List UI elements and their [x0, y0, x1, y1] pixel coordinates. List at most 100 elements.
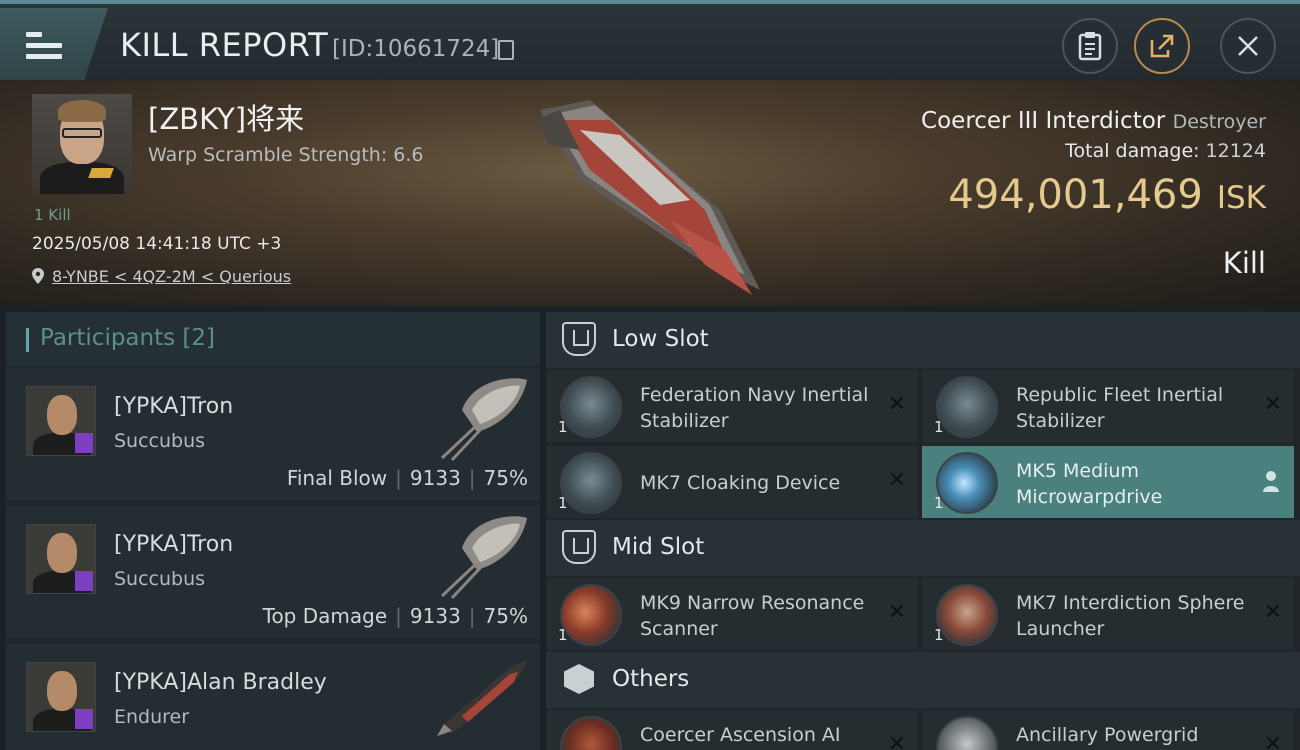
resonance-scanner-icon — [560, 584, 622, 646]
isk-value: 494,001,469 ISK — [948, 172, 1266, 218]
menu-button[interactable] — [0, 8, 108, 80]
location-pin-icon — [32, 268, 44, 284]
participant-stats: Final Blow | 9133 | 75% — [286, 466, 528, 490]
others-header: Others — [546, 652, 1300, 708]
participant-name: [YPKA]Tron — [114, 394, 234, 419]
total-damage: Total damage: 12124 — [1065, 140, 1266, 162]
low-slot-header: Low Slot — [546, 312, 1300, 368]
low-slot-label: Low Slot — [612, 326, 709, 352]
fitting-panel: Low Slot 1 Federation Navy Inertial Stab… — [546, 312, 1300, 750]
close-button[interactable] — [1220, 18, 1276, 74]
destroyed-x-icon: ✕ — [887, 392, 906, 417]
module-qty: 1 — [934, 418, 944, 436]
hamburger-icon — [26, 32, 62, 60]
participant-stats: Top Damage | 9133 | 75% — [262, 604, 528, 628]
victim-name[interactable]: [ZBKY]将来 — [148, 96, 304, 138]
module-item[interactable]: Ancillary Powergrid ✕ — [922, 710, 1294, 750]
mid-slot-icon — [562, 530, 596, 564]
module-item[interactable]: 1 MK7 Cloaking Device ✕ — [546, 446, 918, 518]
ship-class: Destroyer — [1172, 111, 1266, 133]
cloaking-device-icon — [560, 452, 622, 514]
page-title: KILL REPORT — [120, 26, 329, 64]
succubus-ship-icon — [440, 516, 527, 600]
participant-card[interactable]: [YPKA]Alan Bradley Endurer — [6, 644, 540, 750]
endurer-ship-icon — [437, 660, 527, 736]
share-icon — [1150, 34, 1174, 58]
inertial-stabilizer-icon — [936, 376, 998, 438]
module-item[interactable]: 1 MK5 Medium Microwarpdrive — [922, 446, 1294, 518]
kill-timestamp: 2025/05/08 14:41:18 UTC +3 — [32, 234, 282, 254]
others-label: Others — [612, 666, 690, 692]
warp-scramble-strength: Warp Scramble Strength: 6.6 — [148, 144, 424, 166]
destroyed-x-icon: ✕ — [887, 732, 906, 750]
destroyed-x-icon: ✕ — [1263, 732, 1282, 750]
inertial-stabilizer-icon — [560, 376, 622, 438]
top-bar: KILL REPORT [ID:10661724] — [0, 0, 1300, 80]
destroyed-x-icon: ✕ — [1263, 600, 1282, 625]
avatar — [26, 386, 96, 456]
kill-banner: [ZBKY]将来 Warp Scramble Strength: 6.6 1 K… — [0, 80, 1300, 306]
location-link[interactable]: 8-YNBE < 4QZ-2M < Querious — [52, 267, 291, 286]
module-item[interactable]: 1 MK7 Interdiction Sphere Launcher ✕ — [922, 578, 1294, 650]
module-name: Federation Navy Inertial Stabilizer — [640, 384, 869, 432]
destroyed-x-icon: ✕ — [887, 600, 906, 625]
module-qty: 1 — [558, 494, 568, 512]
corp-badge-icon — [75, 433, 93, 453]
participant-ship: Succubus — [114, 568, 206, 590]
module-item[interactable]: Coercer Ascension AI ✕ — [546, 710, 918, 750]
module-name: Ancillary Powergrid — [1016, 724, 1199, 746]
module-qty: 1 — [558, 418, 568, 436]
victim-portrait[interactable] — [32, 94, 132, 194]
avatar — [26, 662, 96, 732]
copy-icon[interactable] — [498, 40, 514, 60]
share-button[interactable] — [1134, 18, 1190, 74]
cube-icon — [564, 664, 594, 694]
clipboard-button[interactable] — [1062, 18, 1118, 74]
module-name: MK7 Interdiction Sphere Launcher — [1016, 592, 1245, 640]
module-qty: 1 — [558, 626, 568, 644]
participants-panel: Participants [2] [YPKA]Tron Succubus Fin… — [6, 312, 540, 750]
destroyed-x-icon: ✕ — [887, 468, 906, 493]
kill-count: 1 Kill — [34, 206, 71, 224]
corp-badge-icon — [75, 571, 93, 591]
module-name: MK9 Narrow Resonance Scanner — [640, 592, 865, 640]
module-name: Coercer Ascension AI — [640, 724, 841, 746]
succubus-ship-icon — [440, 378, 527, 462]
mid-slot-header: Mid Slot — [546, 520, 1300, 576]
microwarpdrive-icon — [936, 452, 998, 514]
interdiction-launcher-icon — [936, 584, 998, 646]
participant-name: [YPKA]Alan Bradley — [114, 670, 327, 695]
participants-header: Participants [2] — [6, 312, 540, 366]
module-name: MK7 Cloaking Device — [640, 472, 841, 494]
participant-name: [YPKA]Tron — [114, 532, 234, 557]
total-damage-value: 12124 — [1205, 140, 1266, 162]
participant-ship: Succubus — [114, 430, 206, 452]
kill-location[interactable]: 8-YNBE < 4QZ-2M < Querious — [32, 266, 291, 286]
isk-unit: ISK — [1216, 180, 1266, 216]
corp-badge-icon — [75, 709, 93, 729]
powergrid-icon — [936, 716, 998, 750]
module-item[interactable]: 1 Federation Navy Inertial Stabilizer ✕ — [546, 370, 918, 442]
module-item[interactable]: 1 MK9 Narrow Resonance Scanner ✕ — [546, 578, 918, 650]
module-qty: 1 — [934, 626, 944, 644]
clipboard-icon — [1078, 32, 1102, 61]
module-qty: 1 — [934, 494, 944, 512]
ascension-ai-icon — [560, 716, 622, 750]
close-icon — [1238, 36, 1258, 56]
ship-image — [535, 100, 760, 295]
result-label: Kill — [1222, 246, 1266, 280]
low-slot-icon — [562, 322, 596, 356]
avatar — [26, 524, 96, 594]
person-icon — [1263, 471, 1279, 492]
participants-title: Participants [2] — [40, 325, 215, 351]
participant-card[interactable]: [YPKA]Tron Succubus Final Blow | 9133 | 75% — [6, 368, 540, 500]
mid-slot-label: Mid Slot — [612, 534, 705, 560]
participant-ship: Endurer — [114, 706, 190, 728]
participant-card[interactable]: [YPKA]Tron Succubus Top Damage | 9133 | 75% — [6, 506, 540, 638]
report-id: [ID:10661724] — [332, 36, 500, 62]
ship-name[interactable]: Coercer III Interdictor Destroyer — [921, 108, 1266, 134]
module-item[interactable]: 1 Republic Fleet Inertial Stabilizer ✕ — [922, 370, 1294, 442]
destroyed-x-icon: ✕ — [1263, 392, 1282, 417]
module-name: Republic Fleet Inertial Stabilizer — [1016, 384, 1224, 432]
module-name: MK5 Medium Microwarpdrive — [1016, 460, 1163, 508]
